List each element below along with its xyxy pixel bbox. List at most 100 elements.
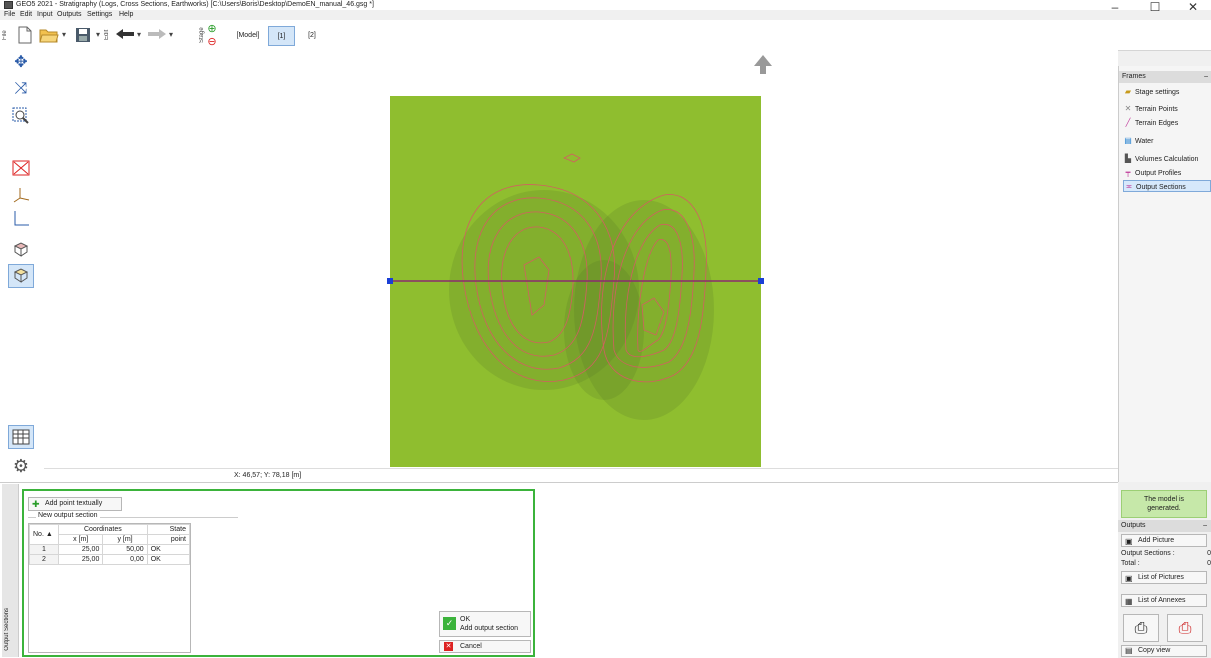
points-table-container: No. ▲ Coordinates State x [m] y [m] poin… bbox=[28, 523, 191, 653]
status-bar: X: 46,57; Y: 78,18 [m] bbox=[44, 468, 1118, 483]
add-stage-icon[interactable]: ⊕ bbox=[206, 22, 218, 35]
new-file-icon[interactable] bbox=[14, 24, 36, 46]
undo-icon[interactable] bbox=[114, 24, 136, 46]
stage-settings-icon: ▰ bbox=[1124, 87, 1132, 96]
frame-label: Water bbox=[1135, 138, 1154, 145]
zoom-icon[interactable] bbox=[8, 104, 34, 128]
points-table: No. ▲ Coordinates State x [m] y [m] poin… bbox=[29, 524, 191, 565]
list-of-pictures-button[interactable]: ▣ List of Pictures bbox=[1121, 571, 1207, 584]
outputs-collapse-icon[interactable]: – bbox=[1203, 520, 1207, 532]
stage-tab-model[interactable]: [Model] bbox=[229, 26, 267, 46]
cell-state: OK bbox=[146, 554, 191, 565]
section-point-handle-1[interactable] bbox=[387, 278, 393, 284]
frames-panel: Frames – ▰ Stage settings ✕ Terrain Points… bbox=[1118, 66, 1211, 482]
model-canvas[interactable] bbox=[44, 50, 1118, 468]
frame-volumes-calculation[interactable]: ▙ Volumes Calculation bbox=[1123, 153, 1211, 165]
stage-tab-2[interactable]: [2] bbox=[299, 26, 325, 46]
top-view-icon[interactable] bbox=[8, 238, 34, 262]
print-pdf-icon[interactable]: ⎙ bbox=[1167, 614, 1203, 642]
cancel-button[interactable]: ✕ Cancel bbox=[439, 640, 531, 653]
frame-output-sections[interactable]: ≖ Output Sections bbox=[1123, 180, 1211, 192]
axes-3d-icon[interactable] bbox=[8, 183, 34, 207]
print-icon[interactable]: ⎙ bbox=[1123, 614, 1159, 642]
3d-view-icon[interactable] bbox=[8, 264, 34, 288]
volumes-icon: ▙ bbox=[1124, 154, 1132, 163]
frame-terrain-points[interactable]: ✕ Terrain Points bbox=[1123, 103, 1211, 115]
cursor-coordinates: X: 46,57; Y: 78,18 [m] bbox=[234, 472, 302, 479]
add-picture-button[interactable]: ▣ Add Picture bbox=[1121, 534, 1207, 547]
ok-check-icon: ✓ bbox=[443, 617, 456, 630]
total-value: 0 bbox=[1207, 560, 1211, 567]
ok-add-output-section-button[interactable]: ✓ OK Add output section bbox=[439, 611, 531, 637]
move-icon[interactable]: ⤨ bbox=[8, 77, 34, 101]
col-coordinates-header: Coordinates bbox=[58, 524, 148, 535]
menu-input[interactable]: Input bbox=[37, 10, 53, 19]
copy-view-button[interactable]: ▤ Copy view bbox=[1121, 645, 1207, 657]
section-point-handle-2[interactable] bbox=[758, 278, 764, 284]
menu-settings[interactable]: Settings bbox=[87, 10, 112, 19]
frame-output-profiles[interactable]: ┯ Output Profiles bbox=[1123, 167, 1211, 179]
cell-x[interactable]: 25,00 bbox=[57, 544, 104, 555]
frames-collapse-icon[interactable]: – bbox=[1204, 71, 1208, 83]
output-sections-count: Output Sections : 0 bbox=[1121, 549, 1211, 559]
view-tools: ✥ ⤨ ⚙ bbox=[0, 50, 44, 482]
cell-y[interactable]: 50,00 bbox=[102, 544, 148, 555]
list-pictures-icon: ▣ bbox=[1125, 574, 1133, 583]
frames-header-label: Frames bbox=[1122, 73, 1146, 80]
stage-tab-1[interactable]: [1] bbox=[268, 26, 295, 46]
frame-label: Output Profiles bbox=[1135, 170, 1182, 177]
water-icon: ▤ bbox=[1124, 136, 1132, 145]
menu-help[interactable]: Help bbox=[119, 10, 133, 19]
ok-label: OK bbox=[460, 616, 471, 623]
remove-stage-icon[interactable]: ⊖ bbox=[206, 35, 218, 48]
model-generated-status: The model is generated. bbox=[1121, 490, 1207, 518]
terrain-edges-icon: ╱ bbox=[1125, 118, 1131, 127]
output-sections-side-tab[interactable]: Output Sections bbox=[2, 484, 19, 657]
redo-dropdown-icon: ▾ bbox=[169, 30, 174, 39]
col-no-header[interactable]: No. ▲ bbox=[29, 524, 59, 545]
undo-dropdown-icon[interactable]: ▾ bbox=[137, 30, 141, 39]
axes-2d-icon[interactable] bbox=[8, 207, 34, 231]
table-view-icon[interactable] bbox=[8, 425, 34, 449]
frame-terrain-edges[interactable]: ╱ Terrain Edges bbox=[1123, 117, 1211, 129]
open-file-icon[interactable] bbox=[38, 24, 60, 46]
cell-no: 1 bbox=[29, 544, 59, 555]
cell-x[interactable]: 25,00 bbox=[57, 554, 104, 565]
list-pictures-label: List of Pictures bbox=[1138, 574, 1184, 581]
ok-sublabel: Add output section bbox=[460, 625, 518, 632]
window-title: GEO5 2021 - Stratigraphy (Logs, Cross Se… bbox=[16, 1, 374, 8]
total-label: Total : bbox=[1121, 560, 1140, 567]
output-sections-label: Output Sections : bbox=[1121, 550, 1175, 557]
terrain-points-icon: ✕ bbox=[1124, 104, 1132, 113]
table-row[interactable]: 2 25,00 0,00 OK bbox=[29, 554, 191, 565]
save-icon[interactable] bbox=[72, 24, 94, 46]
save-dropdown-icon[interactable]: ▾ bbox=[96, 30, 100, 39]
frame-stage-settings[interactable]: ▰ Stage settings bbox=[1123, 86, 1211, 98]
maximize-button[interactable]: ☐ bbox=[1140, 0, 1170, 18]
menu-edit[interactable]: Edit bbox=[20, 10, 32, 19]
cell-y[interactable]: 0,00 bbox=[102, 554, 148, 565]
output-profiles-icon: ┯ bbox=[1125, 168, 1131, 177]
open-dropdown-icon[interactable]: ▾ bbox=[62, 30, 66, 39]
redo-icon bbox=[146, 24, 168, 46]
frame-label: Terrain Edges bbox=[1135, 120, 1179, 127]
add-point-icon: ✚ bbox=[32, 499, 40, 509]
settings-gear-icon[interactable]: ⚙ bbox=[8, 454, 34, 478]
col-state-header: State bbox=[146, 524, 191, 535]
table-row[interactable]: 1 25,00 50,00 OK bbox=[29, 544, 191, 555]
toolbar: File ▾ ▾ Edit ▾ ▾ Stage ⊕ ⊖ [Model] [1] … bbox=[0, 20, 1211, 51]
close-button[interactable]: ✕ bbox=[1178, 0, 1208, 18]
add-point-textually-button[interactable]: ✚ Add point textually bbox=[28, 497, 122, 511]
cancel-x-icon: ✕ bbox=[444, 642, 453, 651]
pan-icon[interactable]: ✥ bbox=[8, 50, 34, 74]
cell-state: OK bbox=[146, 544, 191, 555]
output-sections-icon: ≖ bbox=[1125, 182, 1133, 191]
total-count: Total : 0 bbox=[1121, 559, 1211, 569]
list-annexes-icon: ▦ bbox=[1125, 597, 1133, 606]
minimize-button[interactable]: – bbox=[1100, 0, 1130, 18]
list-of-annexes-button[interactable]: ▦ List of Annexes bbox=[1121, 594, 1207, 607]
menu-file[interactable]: File bbox=[4, 10, 15, 19]
menu-outputs[interactable]: Outputs bbox=[57, 10, 82, 19]
frame-water[interactable]: ▤ Water bbox=[1123, 135, 1211, 147]
zoom-extents-icon[interactable] bbox=[8, 156, 34, 180]
